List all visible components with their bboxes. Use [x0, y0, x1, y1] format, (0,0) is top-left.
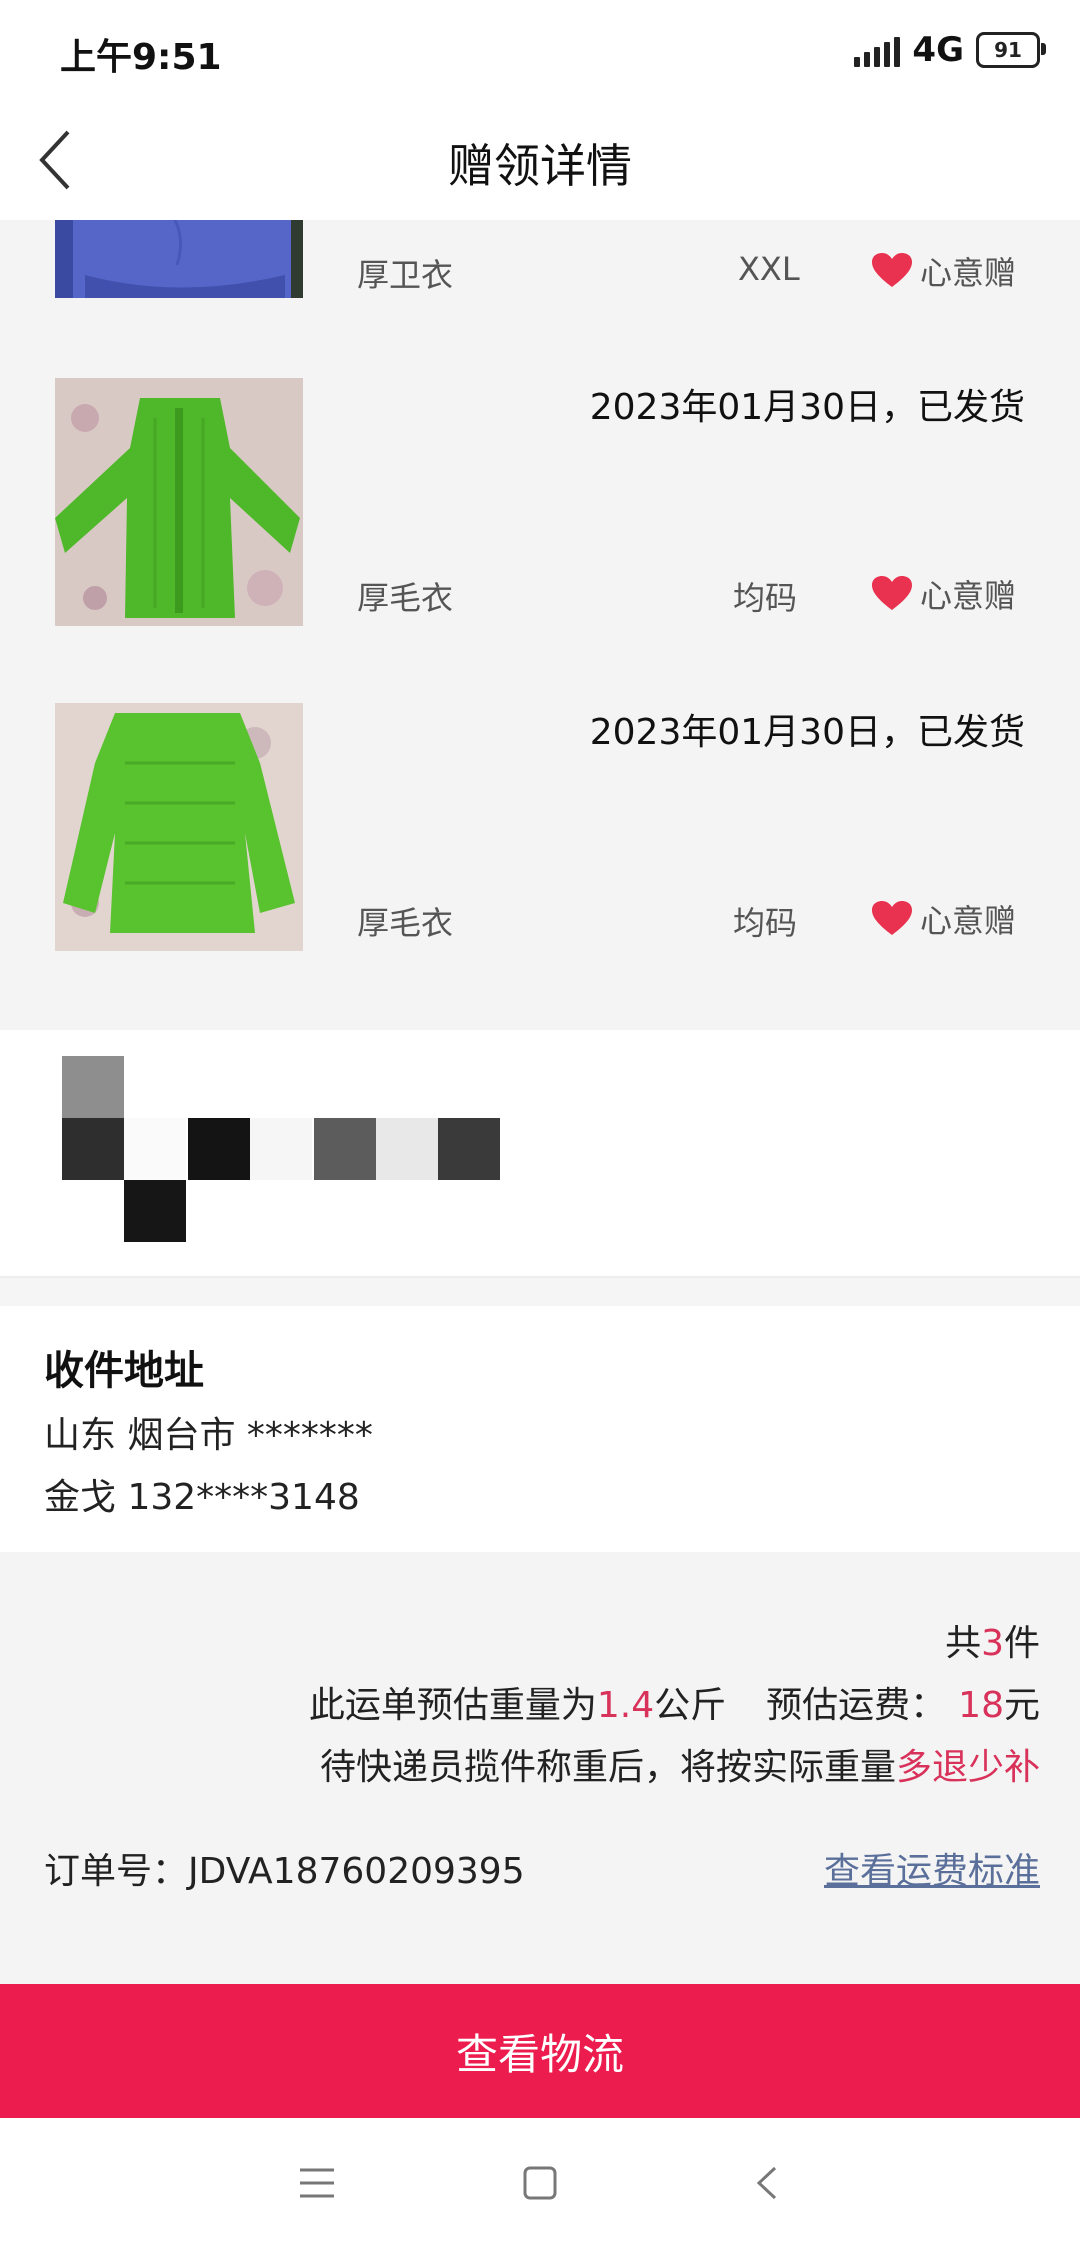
- weight-unit: 公斤: [654, 1685, 727, 1726]
- mosaic-pixel: [376, 1118, 438, 1180]
- heart-icon: [872, 576, 912, 612]
- home-icon[interactable]: [517, 2160, 563, 2206]
- item-tag-label: 心意赠: [920, 902, 1017, 940]
- status-bar: 上午9:51 4G 91: [0, 0, 1080, 100]
- item-tag: 心意赠: [872, 896, 1016, 942]
- item-size: 均码: [733, 579, 798, 617]
- item-date: 2023年01月30日，已发货: [589, 712, 1025, 753]
- item-tag: 心意赠: [872, 248, 1016, 294]
- note-prefix: 待快递员揽件称重后，将按实际重量: [319, 1747, 896, 1788]
- order-number: 订单号：JDVA18760209395: [44, 1842, 525, 1894]
- note-highlight: 多退少补: [895, 1747, 1040, 1788]
- gift-item[interactable]: 2023年01月30日，已发货 厚毛衣 均码 心意赠: [0, 673, 1080, 1030]
- mosaic-pixel: [62, 1056, 124, 1118]
- item-size: XXL: [738, 250, 800, 288]
- item-name: 厚毛衣: [357, 579, 454, 617]
- back-icon[interactable]: [745, 2160, 791, 2206]
- nav-bar: 赠领详情: [0, 100, 1080, 220]
- mosaic-pixel: [124, 1180, 186, 1242]
- mosaic-pixel: [188, 1118, 250, 1180]
- mosaic-pixel: [124, 1118, 186, 1180]
- weight-fee-row: 此运单预估重量为1.4公斤 预估运费： 18元: [309, 1676, 1040, 1728]
- menu-icon[interactable]: [294, 2160, 340, 2206]
- gift-item[interactable]: 2023年01月30日，已发货 厚毛衣 均码 心意赠: [0, 348, 1080, 675]
- order-value: JDVA18760209395: [188, 1851, 525, 1892]
- page-title: 赠领详情: [448, 139, 632, 193]
- item-tag-label: 心意赠: [920, 254, 1017, 292]
- item-tag-label: 心意赠: [920, 577, 1017, 615]
- signal-icon: [854, 33, 901, 67]
- item-name: 厚毛衣: [357, 904, 454, 942]
- battery-icon: 91: [976, 32, 1046, 68]
- heart-icon: [872, 901, 912, 937]
- shipping-summary: 共3件 此运单预估重量为1.4公斤 预估运费： 18元 待快递员揽件称重后，将按实际…: [0, 1552, 1080, 1984]
- view-logistics-button[interactable]: 查看物流: [0, 1984, 1080, 2118]
- address-region: 山东 烟台市 *******: [44, 1415, 373, 1456]
- weight-value: 1.4: [596, 1685, 655, 1726]
- order-label: 订单号：: [44, 1851, 189, 1892]
- fee-prefix: 预估运费：: [766, 1685, 947, 1726]
- gift-item[interactable]: 厚卫衣 XXL 心意赠: [0, 220, 1080, 350]
- status-time: 上午9:51: [60, 37, 222, 78]
- mosaic-pixel: [314, 1118, 376, 1180]
- fee-standard-link[interactable]: 查看运费标准: [824, 1842, 1040, 1894]
- fee-value: 18: [958, 1685, 1004, 1726]
- heart-icon: [872, 253, 912, 289]
- mosaic-pixel: [62, 1118, 124, 1180]
- status-indicators: 4G 91: [854, 30, 1046, 70]
- redacted-mosaic: [0, 1030, 1080, 1278]
- count-prefix: 共: [945, 1623, 982, 1664]
- count-suffix: 件: [1003, 1623, 1040, 1664]
- mosaic-pixel: [250, 1118, 312, 1180]
- network-type: 4G: [912, 30, 964, 70]
- item-photo: [55, 703, 303, 951]
- item-size: 均码: [733, 904, 798, 942]
- item-photo: [55, 378, 303, 626]
- item-name: 厚卫衣: [357, 256, 454, 294]
- recipient-contact: 金戈 132****3148: [44, 1477, 360, 1518]
- item-tag: 心意赠: [872, 571, 1016, 617]
- weight-note: 待快递员揽件称重后，将按实际重量多退少补: [320, 1738, 1040, 1790]
- item-count: 共3件: [945, 1614, 1040, 1666]
- address-card: 收件地址 山东 烟台市 ******* 金戈 132****3148: [0, 1306, 1080, 1552]
- battery-level: 91: [994, 38, 1022, 62]
- item-photo: [55, 220, 303, 298]
- mosaic-pixel: [438, 1118, 500, 1180]
- address-title: 收件地址: [44, 1348, 204, 1394]
- fee-unit: 元: [1003, 1685, 1040, 1726]
- weight-prefix: 此运单预估重量为: [308, 1685, 597, 1726]
- count-value: 3: [981, 1623, 1004, 1664]
- item-date: 2023年01月30日，已发货: [589, 387, 1025, 428]
- system-nav-bar: [0, 2118, 1080, 2248]
